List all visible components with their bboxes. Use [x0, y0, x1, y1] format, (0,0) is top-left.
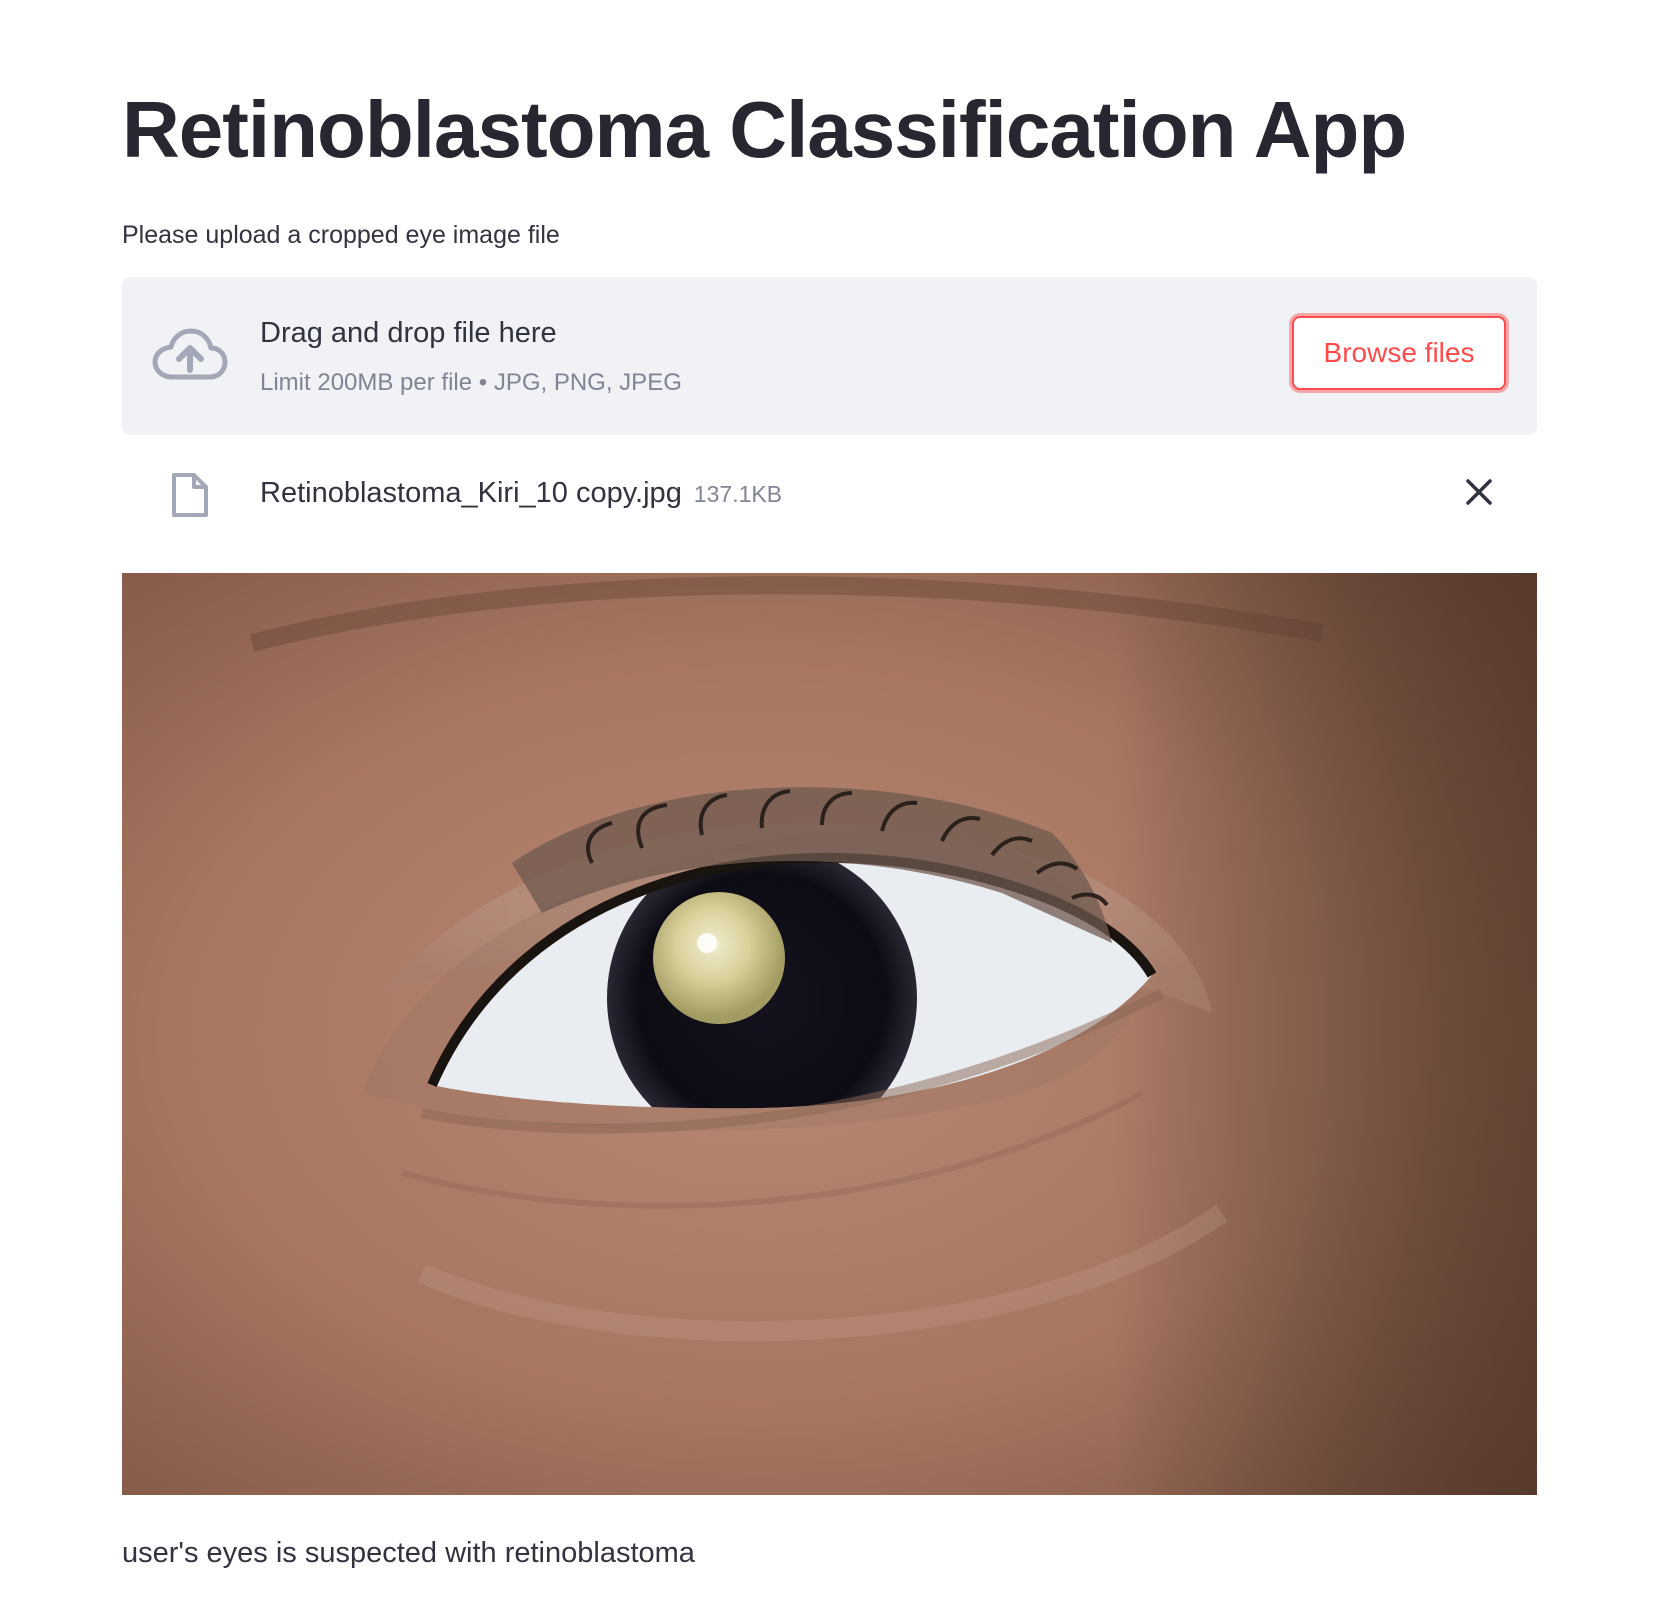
close-icon[interactable] — [1462, 475, 1496, 509]
uploaded-file-row: Retinoblastoma_Kiri_10 copy.jpg 137.1KB — [122, 465, 1537, 521]
cloud-upload-icon — [152, 328, 228, 380]
upload-label: Please upload a cropped eye image file — [122, 221, 560, 249]
browse-files-button[interactable]: Browse files — [1292, 316, 1506, 390]
uploaded-file-name: Retinoblastoma_Kiri_10 copy.jpg 137.1KB — [260, 475, 782, 512]
uploaded-eye-image — [122, 573, 1537, 1495]
file-icon — [172, 473, 208, 517]
drop-instructions: Drag and drop file here — [260, 317, 557, 349]
page-title: Retinoblastoma Classification App — [122, 85, 1407, 174]
classification-result: user's eyes is suspected with retinoblas… — [122, 1537, 695, 1569]
file-dropzone[interactable]: Drag and drop file here Limit 200MB per … — [122, 277, 1537, 435]
file-size: 137.1KB — [693, 481, 783, 507]
file-limit-hint: Limit 200MB per file • JPG, PNG, JPEG — [260, 369, 682, 396]
file-name-text: Retinoblastoma_Kiri_10 copy.jpg — [260, 477, 682, 509]
